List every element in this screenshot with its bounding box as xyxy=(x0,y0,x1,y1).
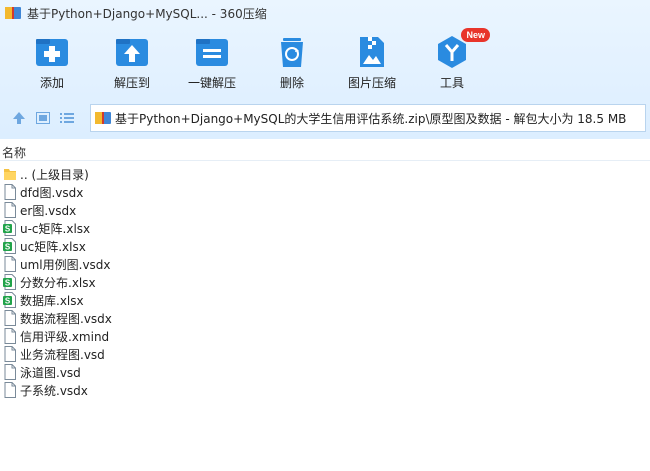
file-name: 分数分布.xlsx xyxy=(20,275,96,290)
spreadsheet-icon: S xyxy=(3,220,16,236)
file-name: 数据流程图.vsdx xyxy=(20,311,112,326)
svg-text:S: S xyxy=(5,225,11,234)
new-badge: New xyxy=(461,28,490,42)
file-row[interactable]: 数据流程图.vsdx xyxy=(0,309,650,327)
file-row[interactable]: 信用评级.xmind xyxy=(0,327,650,345)
view-details-icon xyxy=(36,112,50,124)
archive-app-icon xyxy=(5,7,21,19)
file-row[interactable]: uml用例图.vsdx xyxy=(0,255,650,273)
title-bar: 基于Python+Django+MySQL... - 360压缩 xyxy=(0,0,650,26)
file-name: er图.vsdx xyxy=(20,203,77,218)
spreadsheet-icon: S xyxy=(3,238,16,254)
svg-text:S: S xyxy=(5,297,11,306)
document-icon xyxy=(4,364,16,380)
parent-directory-row[interactable]: .. (上级目录) xyxy=(0,165,650,183)
file-row[interactable]: 泳道图.vsd xyxy=(0,363,650,381)
file-name: uml用例图.vsdx xyxy=(20,257,111,272)
column-name-label: 名称 xyxy=(2,146,27,160)
add-button[interactable]: 添加 xyxy=(12,30,92,94)
spreadsheet-icon: S xyxy=(3,292,16,308)
file-row[interactable]: er图.vsdx xyxy=(0,201,650,219)
delete-icon xyxy=(281,38,303,67)
file-name: 信用评级.xmind xyxy=(20,329,110,344)
spreadsheet-icon: S xyxy=(3,274,16,290)
document-icon xyxy=(4,382,16,398)
window-title: 基于Python+Django+MySQL... - 360压缩 xyxy=(27,6,267,21)
document-icon xyxy=(4,328,16,344)
svg-text:S: S xyxy=(5,279,11,288)
file-name: u-c矩阵.xlsx xyxy=(20,221,91,236)
view-details-button[interactable] xyxy=(32,107,54,129)
file-name: dfd图.vsdx xyxy=(20,185,84,200)
file-name: 业务流程图.vsd xyxy=(20,347,105,362)
one-click-extract-icon xyxy=(196,39,228,66)
address-bar: 基于Python+Django+MySQL的大学生信用评估系统.zip\原型图及… xyxy=(0,102,650,134)
delete-label: 删除 xyxy=(279,76,304,90)
arrow-up-icon xyxy=(13,112,25,124)
tools-label: 工具 xyxy=(439,76,464,90)
image-compress-button[interactable]: 图片压缩 xyxy=(332,30,412,94)
file-row[interactable]: S 数据库.xlsx xyxy=(0,291,650,309)
column-header-name[interactable]: 名称 xyxy=(0,141,650,161)
extract-to-label: 解压到 xyxy=(113,76,150,90)
image-compress-icon xyxy=(360,37,384,67)
document-icon xyxy=(4,256,16,272)
file-row[interactable]: dfd图.vsdx xyxy=(0,183,650,201)
folder-icon xyxy=(4,169,16,180)
tools-icon-wrap: New xyxy=(434,28,490,70)
file-name: 数据库.xlsx xyxy=(20,293,84,308)
extract-to-button[interactable]: 解压到 xyxy=(92,30,172,94)
file-name: 泳道图.vsd xyxy=(20,365,81,380)
document-icon xyxy=(4,202,16,218)
file-name: uc矩阵.xlsx xyxy=(20,239,86,254)
view-list-button[interactable] xyxy=(56,107,78,129)
svg-text:S: S xyxy=(5,243,11,252)
one-click-extract-label: 一键解压 xyxy=(187,76,236,90)
document-icon xyxy=(4,310,16,326)
document-icon xyxy=(4,184,16,200)
file-row[interactable]: Suc矩阵.xlsx xyxy=(0,237,650,255)
tools-button[interactable]: New 工具 xyxy=(412,28,492,94)
list-view-icon xyxy=(60,113,74,123)
document-icon xyxy=(4,346,16,362)
file-list: 名称 .. (上级目录) dfd图.vsdx er图.vsdx Su-c矩阵.xlsx… xyxy=(0,139,650,471)
file-row[interactable]: S 分数分布.xlsx xyxy=(0,273,650,291)
archive-file-icon xyxy=(95,112,111,124)
file-name: 子系统.vsdx xyxy=(20,383,88,398)
window-chrome: 基于Python+Django+MySQL... - 360压缩 添加 解压到 xyxy=(0,0,650,139)
image-compress-label: 图片压缩 xyxy=(347,76,396,90)
file-row[interactable]: Su-c矩阵.xlsx xyxy=(0,219,650,237)
path-field[interactable]: 基于Python+Django+MySQL的大学生信用评估系统.zip\原型图及… xyxy=(90,104,646,132)
delete-button[interactable]: 删除 xyxy=(252,30,332,94)
file-row[interactable]: 业务流程图.vsd xyxy=(0,345,650,363)
one-click-extract-button[interactable]: 一键解压 xyxy=(172,30,252,94)
path-text: 基于Python+Django+MySQL的大学生信用评估系统.zip\原型图及… xyxy=(115,111,627,126)
file-name: .. (上级目录) xyxy=(20,167,89,182)
toolbar: 添加 解压到 一键解压 删除 图片压缩 New 工具 xyxy=(0,28,650,94)
extract-to-icon xyxy=(116,39,148,66)
file-row[interactable]: 子系统.vsdx xyxy=(0,381,650,399)
add-icon xyxy=(36,39,68,66)
add-label: 添加 xyxy=(39,76,64,90)
up-button[interactable] xyxy=(8,107,30,129)
